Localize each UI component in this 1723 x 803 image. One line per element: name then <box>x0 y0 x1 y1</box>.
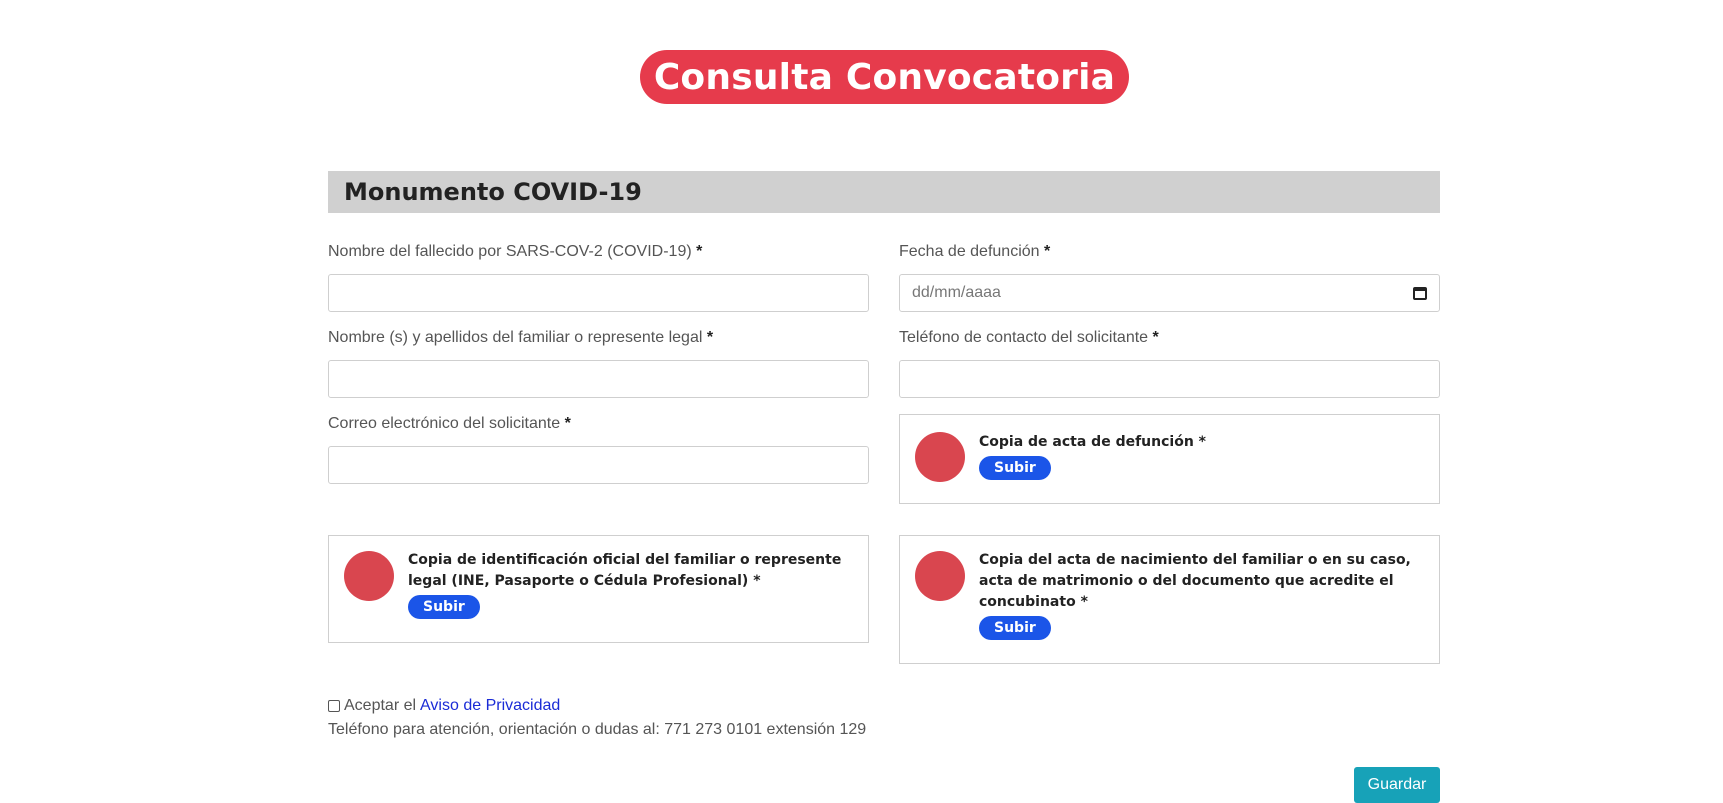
privacy-prefix: Aceptar el <box>344 697 417 714</box>
privacy-link[interactable]: Aviso de Privacidad <box>420 697 560 715</box>
id-copy-upload: Copia de identificación oficial del fami… <box>328 535 869 643</box>
birth-certificate-label-line: Copia del acta de nacimiento del familia… <box>979 552 1411 568</box>
birth-certificate-upload: Copia del acta de nacimiento del familia… <box>899 535 1440 664</box>
page-title-text: Consulta Convocatoria <box>653 56 1116 98</box>
upload-status-icon <box>915 551 965 601</box>
id-copy-upload-button[interactable]: Subir <box>408 595 480 619</box>
death-certificate-upload: Copia de acta de defunción * Subir <box>899 414 1440 504</box>
contact-phone-input[interactable] <box>899 360 1440 398</box>
calendar-icon[interactable] <box>1413 286 1427 300</box>
id-copy-label-line: Copia de identificación oficial del fami… <box>408 552 842 568</box>
required-mark: * <box>706 329 714 346</box>
required-mark: * <box>1152 329 1159 346</box>
birth-certificate-label: Copia del acta de nacimiento del familia… <box>979 550 1411 640</box>
birth-certificate-label-line: concubinato * <box>979 594 1088 610</box>
required-mark: * <box>564 415 571 432</box>
id-copy-label: Copia de identificación oficial del fami… <box>408 550 841 619</box>
privacy-row: Aceptar el Aviso de Privacidad <box>328 697 560 715</box>
death-date-label-text: Fecha de defunción <box>899 243 1040 260</box>
deceased-name-input[interactable] <box>328 274 869 312</box>
death-date-input[interactable]: dd/mm/aaaa <box>899 274 1440 312</box>
death-date-placeholder: dd/mm/aaaa <box>912 284 1001 301</box>
death-certificate-label-line: Copia de acta de defunción * <box>979 434 1206 450</box>
deceased-name-label: Nombre del fallecido por SARS-COV-2 (COV… <box>328 243 702 261</box>
upload-status-icon <box>344 551 394 601</box>
death-certificate-upload-button[interactable]: Subir <box>979 456 1051 480</box>
family-name-label-text: Nombre (s) y apellidos del familiar o re… <box>328 329 703 346</box>
required-mark: * <box>1044 243 1051 260</box>
family-name-input[interactable] <box>328 360 869 398</box>
email-input[interactable] <box>328 446 869 484</box>
section-title: Monumento COVID-19 <box>344 178 642 206</box>
birth-certificate-label-line: acta de matrimonio o del documento que a… <box>979 573 1394 589</box>
privacy-checkbox[interactable] <box>328 700 340 712</box>
save-button[interactable]: Guardar <box>1354 767 1440 803</box>
birth-certificate-upload-button[interactable]: Subir <box>979 616 1051 640</box>
upload-status-icon <box>915 432 965 482</box>
death-certificate-label: Copia de acta de defunción * Subir <box>979 432 1206 480</box>
family-name-label: Nombre (s) y apellidos del familiar o re… <box>328 329 713 347</box>
email-label: Correo electrónico del solicitante * <box>328 415 571 433</box>
page-title: Consulta Convocatoria <box>640 50 1129 104</box>
email-label-text: Correo electrónico del solicitante <box>328 415 561 432</box>
help-phone-text: Teléfono para atención, orientación o du… <box>328 721 867 738</box>
deceased-name-label-text: Nombre del fallecido por SARS-COV-2 (COV… <box>328 243 692 260</box>
required-mark: * <box>696 243 703 260</box>
death-date-label: Fecha de defunción * <box>899 243 1050 261</box>
contact-phone-label: Teléfono de contacto del solicitante * <box>899 329 1159 347</box>
id-copy-label-line: legal (INE, Pasaporte o Cédula Profesion… <box>408 573 761 589</box>
contact-phone-label-text: Teléfono de contacto del solicitante <box>899 329 1149 346</box>
section-header: Monumento COVID-19 <box>328 171 1440 213</box>
